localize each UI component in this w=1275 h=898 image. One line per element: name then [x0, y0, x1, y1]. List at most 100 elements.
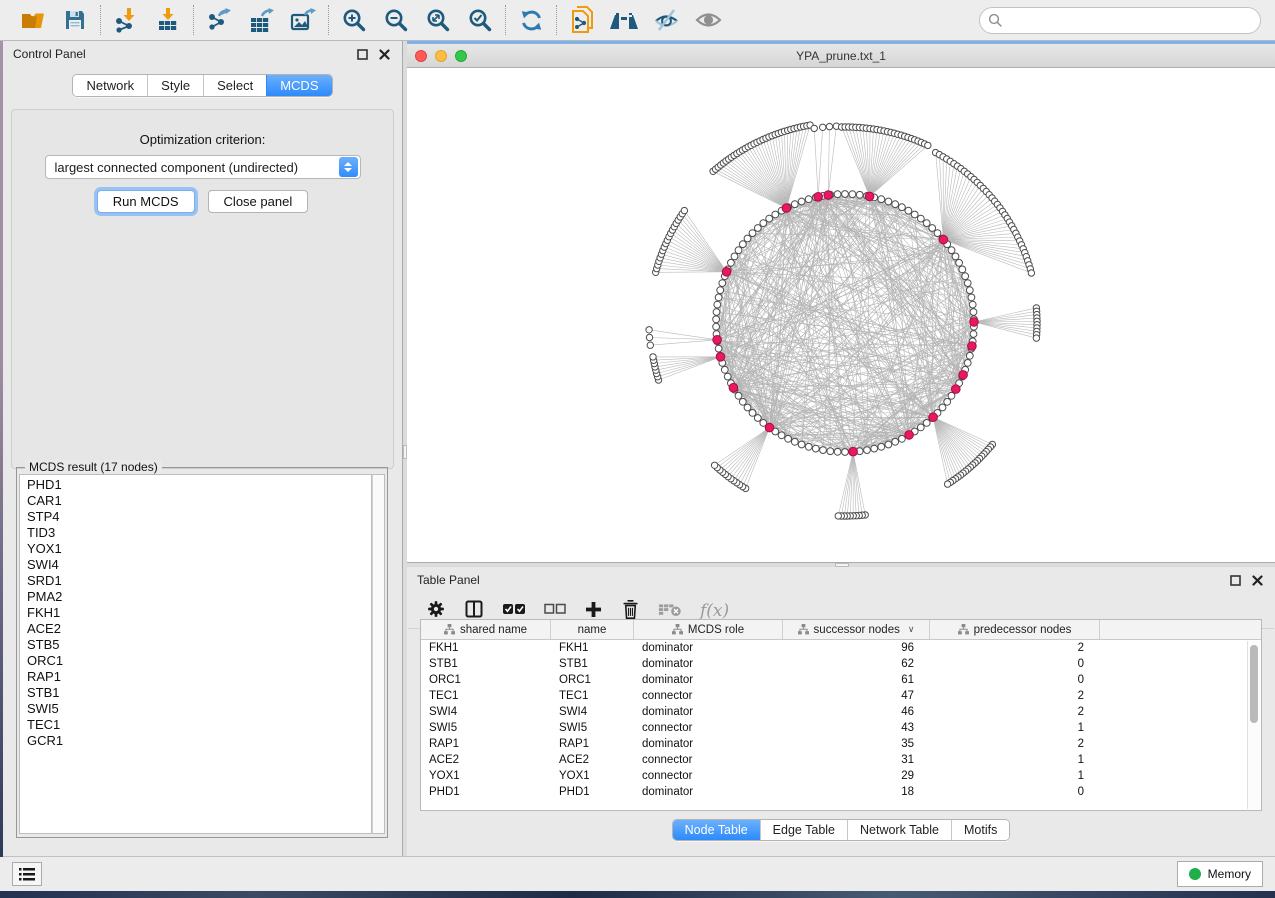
network-node[interactable]: [735, 247, 742, 254]
table-scrollbar[interactable]: [1247, 641, 1260, 809]
mcds-node-item[interactable]: STB1: [27, 685, 371, 701]
eye-button[interactable]: [692, 4, 724, 36]
network-node[interactable]: [714, 301, 721, 308]
network-node[interactable]: [812, 445, 819, 452]
column-header-name[interactable]: name: [551, 620, 634, 639]
network-node[interactable]: [944, 481, 950, 487]
network-node[interactable]: [835, 513, 841, 519]
tab-network[interactable]: Network: [73, 75, 147, 96]
network-node[interactable]: [811, 125, 817, 131]
network-node[interactable]: [715, 294, 722, 301]
network-node[interactable]: [842, 449, 849, 456]
network-node[interactable]: [798, 441, 805, 448]
network-node[interactable]: [749, 410, 756, 417]
network-node[interactable]: [849, 191, 856, 198]
mcds-node-item[interactable]: STP4: [27, 509, 371, 525]
network-node[interactable]: [970, 318, 979, 327]
network-node[interactable]: [824, 191, 833, 200]
network-node[interactable]: [939, 404, 946, 411]
network-node[interactable]: [970, 331, 977, 338]
network-node[interactable]: [744, 235, 751, 242]
mcds-node-item[interactable]: TID3: [27, 525, 371, 541]
network-node[interactable]: [923, 420, 930, 427]
criterion-select[interactable]: largest connected component (undirected): [45, 155, 361, 179]
table-row[interactable]: RAP1RAP1dominator352: [421, 736, 1261, 752]
network-node[interactable]: [650, 354, 656, 360]
mcds-node-item[interactable]: YOX1: [27, 541, 371, 557]
search-input[interactable]: [1002, 13, 1252, 27]
table-row[interactable]: SWI5SWI5connector431: [421, 720, 1261, 736]
network-node[interactable]: [765, 423, 774, 432]
mcds-node-item[interactable]: ORC1: [27, 653, 371, 669]
network-node[interactable]: [929, 225, 936, 232]
export-table-button[interactable]: [245, 4, 277, 36]
export-image-button[interactable]: [287, 4, 319, 36]
table-row[interactable]: PHD1PHD1dominator180: [421, 784, 1261, 800]
run-mcds-button[interactable]: Run MCDS: [97, 190, 195, 213]
mcds-node-item[interactable]: TEC1: [27, 717, 371, 733]
network-node[interactable]: [956, 259, 963, 266]
network-node[interactable]: [646, 327, 652, 333]
tab-edge-table[interactable]: Edge Table: [760, 820, 847, 840]
network-node[interactable]: [929, 413, 938, 422]
import-table-button[interactable]: [152, 4, 184, 36]
network-node[interactable]: [713, 309, 720, 316]
network-node[interactable]: [969, 301, 976, 308]
network-node[interactable]: [739, 241, 746, 248]
close-panel-icon[interactable]: [376, 46, 392, 62]
mcds-result-list[interactable]: PHD1CAR1STP4TID3YOX1SWI4SRD1PMA2FKH1ACE2…: [19, 474, 372, 834]
network-node[interactable]: [966, 352, 973, 359]
network-node[interactable]: [721, 366, 728, 373]
network-node[interactable]: [814, 193, 823, 202]
network-node[interactable]: [717, 287, 724, 294]
network-node[interactable]: [713, 316, 720, 323]
network-node[interactable]: [917, 215, 924, 222]
network-node[interactable]: [871, 445, 878, 452]
tab-node-table[interactable]: Node Table: [673, 820, 760, 840]
network-node[interactable]: [754, 225, 761, 232]
column-header-predecessor-nodes[interactable]: predecessor nodes: [930, 620, 1100, 639]
network-node[interactable]: [899, 204, 906, 211]
network-node[interactable]: [856, 191, 863, 198]
network-node[interactable]: [827, 448, 834, 455]
table-row[interactable]: ORC1ORC1dominator610: [421, 672, 1261, 688]
network-node[interactable]: [834, 191, 841, 198]
network-node[interactable]: [713, 336, 722, 345]
window-close-icon[interactable]: [415, 50, 427, 62]
mcds-node-item[interactable]: SWI5: [27, 701, 371, 717]
tab-network-table[interactable]: Network Table: [847, 820, 951, 840]
network-node[interactable]: [911, 211, 918, 218]
network-node[interactable]: [778, 432, 785, 439]
network-node[interactable]: [1028, 270, 1034, 276]
network-node[interactable]: [892, 201, 899, 208]
network-node[interactable]: [917, 424, 924, 431]
memory-button[interactable]: Memory: [1177, 861, 1263, 887]
network-node[interactable]: [735, 392, 742, 399]
network-canvas[interactable]: [407, 68, 1275, 562]
network-node[interactable]: [739, 398, 746, 405]
column-header-successor-nodes[interactable]: successor nodes∨: [783, 620, 930, 639]
network-node[interactable]: [968, 294, 975, 301]
open-folder-button[interactable]: [17, 4, 49, 36]
close-panel-button[interactable]: Close panel: [208, 190, 309, 213]
network-node[interactable]: [820, 124, 826, 130]
zoom-out-button[interactable]: [380, 4, 412, 36]
network-node[interactable]: [782, 204, 791, 213]
zoom-in-button[interactable]: [338, 4, 370, 36]
table-row[interactable]: STB1STB1dominator620: [421, 656, 1261, 672]
network-node[interactable]: [719, 280, 726, 287]
network-node[interactable]: [1033, 335, 1039, 341]
network-node[interactable]: [959, 266, 966, 273]
network-node[interactable]: [772, 211, 779, 218]
window-zoom-icon[interactable]: [455, 50, 467, 62]
tab-motifs[interactable]: Motifs: [951, 820, 1009, 840]
network-node[interactable]: [744, 404, 751, 411]
network-node[interactable]: [722, 268, 731, 277]
network-node[interactable]: [646, 334, 652, 340]
network-node[interactable]: [834, 448, 841, 455]
network-node[interactable]: [962, 273, 969, 280]
network-node[interactable]: [766, 215, 773, 222]
network-node[interactable]: [805, 443, 812, 450]
column-header-shared-name[interactable]: shared name: [421, 620, 551, 639]
network-node[interactable]: [925, 142, 931, 148]
